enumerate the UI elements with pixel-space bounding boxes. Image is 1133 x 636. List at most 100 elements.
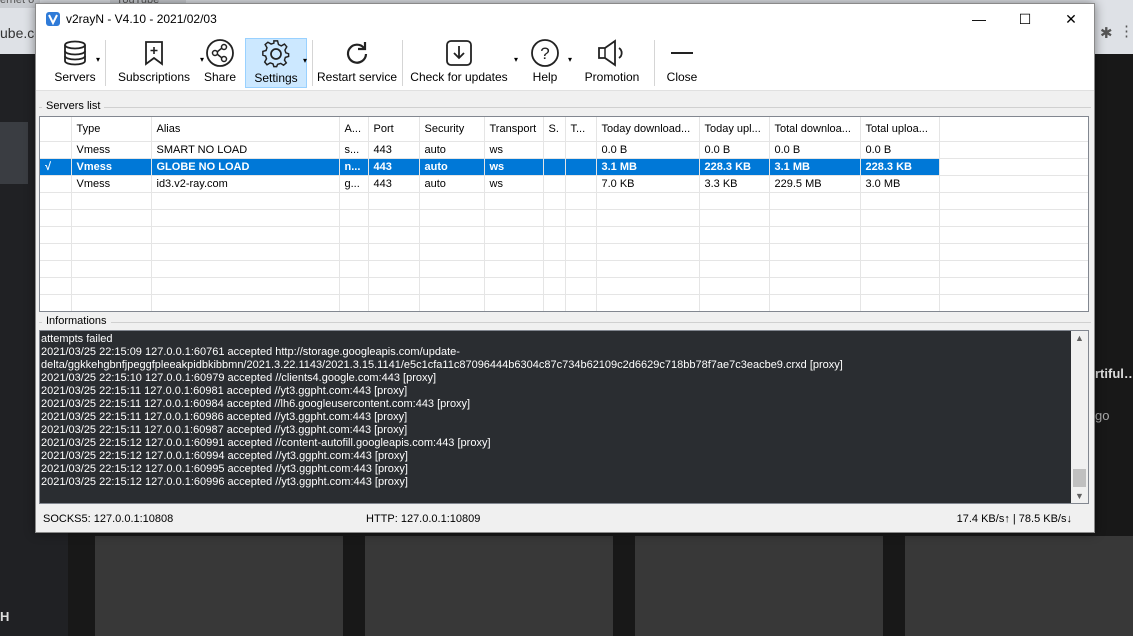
log-line: 2021/03/25 22:15:12 127.0.0.1:60994 acce… (41, 450, 408, 462)
video-title[interactable]: rtiful… (1095, 366, 1133, 381)
cell-address: s... (339, 141, 369, 159)
cell-total-download: 0.0 B (769, 141, 861, 159)
log-scrollbar[interactable]: ▲ ▼ (1071, 331, 1088, 503)
cell-total-upload: 3.0 MB (860, 175, 940, 193)
video-thumbnail[interactable] (95, 536, 343, 636)
close-window-button[interactable]: ✕ (1048, 4, 1094, 34)
download-icon (446, 40, 472, 66)
cell-total-upload: 228.3 KB (860, 158, 940, 176)
address-bar[interactable]: ube.co (0, 22, 42, 44)
cell-port: 443 (368, 158, 420, 176)
active-mark (40, 141, 72, 159)
column-header-total-download[interactable]: Total downloa... (769, 117, 861, 142)
svg-text:?: ? (540, 44, 549, 63)
promotion-button[interactable]: Promotion (581, 38, 643, 88)
log-panel[interactable]: attempts failed 2021/03/25 22:15:09 127.… (39, 330, 1089, 504)
cell-address: n... (339, 158, 369, 176)
cell-alias: SMART NO LOAD (151, 141, 340, 159)
log-line: 2021/03/25 22:15:11 127.0.0.1:60987 acce… (41, 424, 408, 436)
informations-label: Informations (42, 315, 111, 327)
dropdown-arrow-icon[interactable]: ▾ (514, 55, 518, 64)
subscriptions-button[interactable]: Subscriptions ▾ (110, 38, 204, 88)
scroll-up-icon[interactable]: ▲ (1075, 333, 1084, 343)
gear-icon (262, 40, 290, 68)
dropdown-arrow-icon[interactable]: ▾ (96, 55, 100, 64)
column-header-today-upload[interactable]: Today upl... (699, 117, 770, 142)
cell-alias: GLOBE NO LOAD (151, 158, 340, 176)
servers-list-label: Servers list (42, 100, 105, 112)
cell-today-download: 3.1 MB (596, 158, 700, 176)
log-line: 2021/03/25 22:15:11 127.0.0.1:60981 acce… (41, 385, 408, 397)
scroll-down-icon[interactable]: ▼ (1075, 491, 1084, 501)
browser-tab[interactable]: ernet o (0, 0, 40, 8)
active-checkmark: √ (40, 158, 72, 176)
video-thumbnail[interactable] (905, 536, 1133, 636)
megaphone-icon (598, 39, 623, 67)
v2rayn-window: v2rayN - V4.10 - 2021/02/03 — ☐ ✕ Server… (35, 3, 1095, 533)
dropdown-arrow-icon[interactable]: ▾ (568, 55, 572, 64)
browser-menu-icon[interactable]: ⋮ (1119, 22, 1133, 40)
video-thumbnail[interactable] (365, 536, 613, 636)
minimize-button[interactable]: — (956, 4, 1002, 34)
socks-status: SOCKS5: 127.0.0.1:10808 (43, 513, 174, 525)
share-button[interactable]: Share (202, 38, 238, 88)
column-header-alias[interactable]: Alias (151, 117, 340, 142)
help-button[interactable]: ? Help ▾ (528, 38, 572, 88)
speed-status: 17.4 KB/s↑ | 78.5 KB/s↓ (956, 513, 1072, 525)
cell-transport: ws (484, 141, 544, 159)
column-header-today-download[interactable]: Today download... (596, 117, 700, 142)
extension-icon[interactable]: ✱ (1100, 24, 1113, 42)
restart-service-button[interactable]: Restart service (317, 38, 397, 88)
cell-today-upload: 0.0 B (699, 141, 770, 159)
promotion-label: Promotion (584, 70, 640, 84)
dropdown-arrow-icon[interactable]: ▾ (303, 56, 307, 65)
scrollbar-thumb[interactable] (1073, 469, 1086, 487)
help-label: Help (532, 70, 558, 84)
server-row-selected[interactable]: √ Vmess GLOBE NO LOAD n... 443 auto ws 3… (40, 158, 1088, 176)
servers-list-view[interactable]: Type Alias A... Port Security Transport … (39, 116, 1089, 312)
column-header-t[interactable]: T... (565, 117, 597, 142)
cell-security: auto (419, 158, 485, 176)
log-line: 2021/03/25 22:15:12 127.0.0.1:60995 acce… (41, 463, 408, 475)
cell-type: Vmess (71, 175, 152, 193)
log-text[interactable]: attempts failed 2021/03/25 22:15:09 127.… (40, 331, 1070, 503)
cell-security: auto (419, 175, 485, 193)
column-header-port[interactable]: Port (368, 117, 420, 142)
column-header-address[interactable]: A... (339, 117, 369, 142)
column-header-total-upload[interactable]: Total uploa... (860, 117, 940, 142)
cell-today-download: 0.0 B (596, 141, 700, 159)
check-updates-button[interactable]: Check for updates ▾ (408, 38, 518, 88)
cell-security: auto (419, 141, 485, 159)
cell-t (565, 175, 597, 193)
cell-total-download: 3.1 MB (769, 158, 861, 176)
settings-button[interactable]: Settings ▾ (245, 38, 307, 88)
title-bar[interactable]: v2rayN - V4.10 - 2021/02/03 — ☐ ✕ (36, 4, 1094, 34)
cell-today-upload: 228.3 KB (699, 158, 770, 176)
cell-total-download: 229.5 MB (769, 175, 861, 193)
column-header[interactable] (40, 117, 72, 142)
video-meta: go (1095, 408, 1110, 423)
cell-type: Vmess (71, 158, 152, 176)
column-header-s[interactable]: S. (543, 117, 566, 142)
status-bar: SOCKS5: 127.0.0.1:10808 HTTP: 127.0.0.1:… (36, 506, 1094, 532)
list-header: Type Alias A... Port Security Transport … (40, 117, 1088, 142)
column-header-type[interactable]: Type (71, 117, 152, 142)
window-title: v2rayN - V4.10 - 2021/02/03 (66, 12, 217, 26)
column-header-transport[interactable]: Transport (484, 117, 544, 142)
active-mark (40, 175, 72, 193)
server-row[interactable]: Vmess id3.v2-ray.com g... 443 auto ws 7.… (40, 175, 1088, 193)
bookmark-add-icon (145, 41, 163, 66)
servers-button[interactable]: Servers ▾ (48, 38, 102, 88)
video-thumbnail[interactable] (635, 536, 883, 636)
column-header-security[interactable]: Security (419, 117, 485, 142)
check-updates-label: Check for updates (410, 70, 508, 84)
close-app-button[interactable]: Close (661, 38, 703, 88)
cell-alias: id3.v2-ray.com (151, 175, 340, 193)
cell-today-download: 7.0 KB (596, 175, 700, 193)
maximize-button[interactable]: ☐ (1002, 4, 1048, 34)
section-heading: H (0, 609, 10, 624)
database-icon (64, 40, 86, 66)
share-icon (206, 39, 234, 67)
log-line: 2021/03/25 22:15:11 127.0.0.1:60984 acce… (41, 398, 471, 410)
server-row[interactable]: Vmess SMART NO LOAD s... 443 auto ws 0.0… (40, 141, 1088, 159)
